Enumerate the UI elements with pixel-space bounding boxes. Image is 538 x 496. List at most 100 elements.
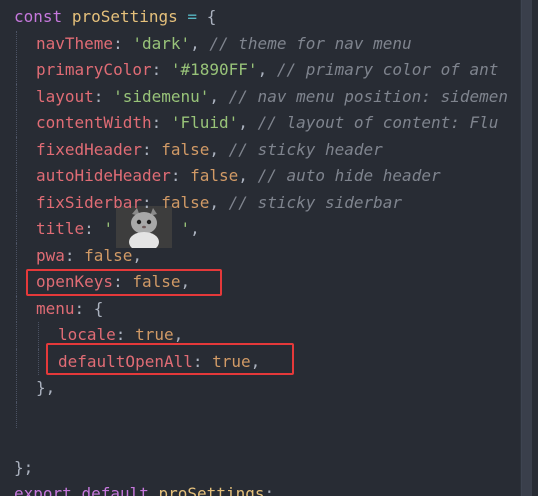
code-line[interactable]: fixedHeader: false, // sticky header bbox=[36, 137, 383, 163]
code-token: // sticky header bbox=[228, 139, 383, 159]
code-token: ; bbox=[264, 484, 275, 496]
code-token: 'dark' bbox=[132, 33, 191, 53]
code-token: fixedHeader bbox=[36, 139, 142, 159]
code-token: locale bbox=[58, 325, 116, 344]
code-token: export bbox=[14, 484, 72, 496]
code-token: : bbox=[64, 245, 85, 265]
code-line[interactable]: defaultOpenAll: true, bbox=[58, 349, 260, 375]
code-token: : bbox=[113, 33, 133, 53]
code-token: // theme for nav menu bbox=[209, 33, 412, 53]
code-token: : bbox=[84, 219, 104, 238]
indent-guide bbox=[16, 322, 17, 349]
indent-guide bbox=[16, 83, 17, 110]
code-token: false bbox=[161, 192, 210, 212]
indent-guide bbox=[16, 375, 17, 402]
code-token: 'sidemenu' bbox=[113, 86, 210, 106]
code-token: layout bbox=[36, 86, 94, 106]
code-token: , bbox=[238, 166, 258, 185]
code-token: 'Fluid' bbox=[170, 113, 239, 132]
indent-guide bbox=[16, 242, 17, 269]
indent-guide bbox=[16, 189, 17, 216]
code-token: default bbox=[81, 484, 149, 496]
code-line[interactable]: primaryColor: '#1890FF', // primary colo… bbox=[36, 57, 498, 83]
indent-guide bbox=[16, 401, 17, 428]
indent-guide bbox=[16, 216, 17, 243]
indent-guide bbox=[16, 295, 17, 322]
code-token: { bbox=[93, 298, 104, 318]
scrollbar-thumb[interactable] bbox=[521, 0, 532, 496]
code-editor[interactable]: const proSettings = {navTheme: 'dark', /… bbox=[0, 0, 538, 496]
code-token: autoHideHeader bbox=[36, 166, 171, 185]
code-line[interactable]: menu: { bbox=[36, 296, 103, 322]
code-token: // nav menu position: sidemen bbox=[228, 86, 509, 106]
code-token: menu bbox=[36, 298, 75, 318]
code-line[interactable]: pwa: false, bbox=[36, 243, 142, 269]
code-token: : bbox=[192, 351, 213, 371]
indent-guide bbox=[16, 30, 17, 57]
code-line[interactable]: openKeys: false, bbox=[36, 269, 190, 295]
code-token: primaryColor bbox=[36, 60, 152, 79]
code-line[interactable]: fixSiderbar: false, // sticky siderbar bbox=[36, 190, 402, 216]
code-token: }, bbox=[36, 378, 56, 397]
code-token: ' ' bbox=[103, 219, 191, 238]
code-token: , bbox=[132, 245, 142, 265]
code-token: defaultOpenAll bbox=[58, 351, 193, 371]
code-token: contentWidth bbox=[36, 113, 152, 132]
code-token: proSettings bbox=[158, 484, 265, 496]
code-token: : bbox=[141, 139, 162, 159]
code-token: , bbox=[190, 33, 210, 53]
code-line[interactable]: export default proSettings; bbox=[14, 481, 274, 496]
indent-guide bbox=[38, 348, 39, 375]
code-token: , bbox=[190, 219, 200, 238]
code-token: // auto hide header bbox=[257, 166, 441, 185]
code-token: , bbox=[173, 325, 184, 344]
code-token: // layout of content: Flu bbox=[257, 113, 499, 132]
code-token: false bbox=[132, 272, 181, 291]
indent-guide bbox=[16, 110, 17, 137]
code-token: , bbox=[257, 60, 277, 79]
code-line[interactable]: }; bbox=[14, 455, 33, 481]
code-token: true bbox=[212, 351, 251, 371]
code-token: : bbox=[151, 60, 171, 79]
code-token: , bbox=[250, 351, 261, 371]
code-token: false bbox=[161, 139, 210, 159]
indent-guide bbox=[16, 269, 17, 296]
code-token: { bbox=[206, 7, 217, 26]
code-token: : bbox=[170, 166, 191, 185]
code-token: false bbox=[190, 166, 239, 185]
code-token: true bbox=[135, 325, 174, 344]
code-line[interactable]: const proSettings = { bbox=[14, 4, 216, 30]
indent-guide bbox=[16, 163, 17, 190]
code-token: , bbox=[238, 113, 258, 132]
code-token: navTheme bbox=[36, 33, 114, 53]
code-token: proSettings bbox=[71, 7, 178, 26]
code-token: title bbox=[36, 219, 85, 238]
indent-guide bbox=[16, 136, 17, 163]
code-token: pwa bbox=[36, 245, 65, 265]
code-line[interactable]: locale: true, bbox=[58, 322, 183, 348]
code-line[interactable]: autoHideHeader: false, // auto hide head… bbox=[36, 163, 441, 189]
code-line[interactable]: }, bbox=[36, 375, 55, 401]
code-line[interactable]: contentWidth: 'Fluid', // layout of cont… bbox=[36, 110, 498, 136]
code-line[interactable]: navTheme: 'dark', // theme for nav menu bbox=[36, 31, 412, 57]
code-token: : bbox=[141, 192, 162, 212]
code-token: : bbox=[115, 325, 136, 344]
code-token: '#1890FF' bbox=[170, 60, 258, 79]
code-token: false bbox=[84, 245, 133, 265]
code-token: : bbox=[93, 86, 114, 106]
code-token: // primary color of ant bbox=[276, 60, 499, 79]
code-token: , bbox=[209, 192, 229, 212]
indent-guide bbox=[38, 322, 39, 349]
code-token: fixSiderbar bbox=[36, 192, 142, 212]
code-token: = bbox=[177, 7, 207, 26]
code-line[interactable]: layout: 'sidemenu', // nav menu position… bbox=[36, 84, 508, 110]
code-line[interactable]: title: ' ', bbox=[36, 216, 200, 242]
code-token: , bbox=[209, 86, 229, 106]
code-token: , bbox=[209, 139, 229, 159]
vertical-scrollbar[interactable] bbox=[520, 0, 532, 496]
indent-guide bbox=[16, 57, 17, 84]
code-token: const bbox=[14, 7, 63, 26]
